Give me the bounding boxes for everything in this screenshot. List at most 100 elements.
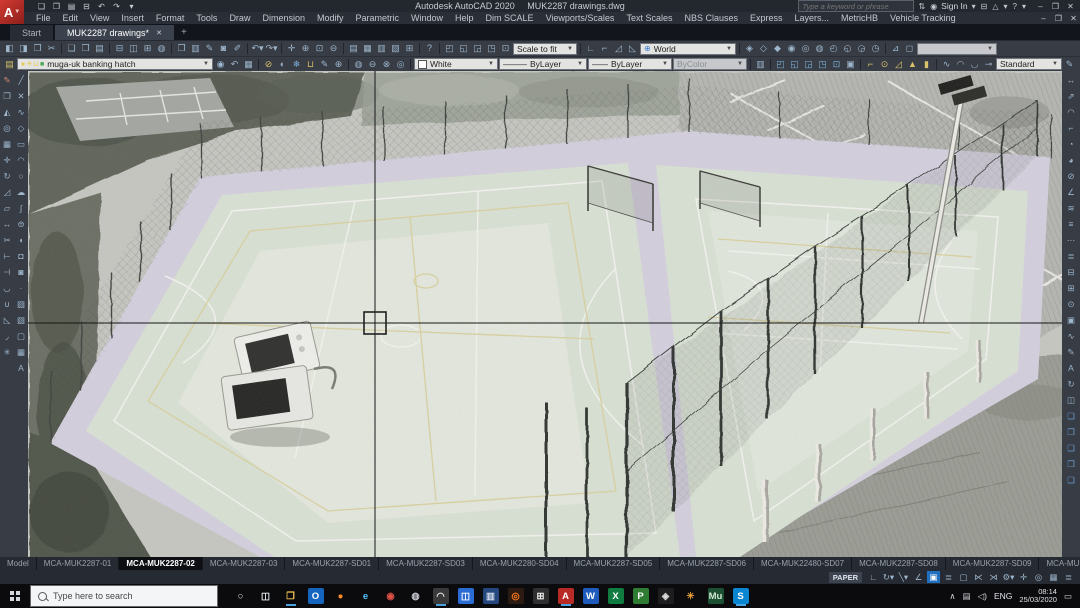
viewport-single-icon[interactable]: ◻	[903, 42, 916, 55]
ucs-toggle-icon[interactable]: ⊿	[889, 42, 902, 55]
properties-icon[interactable]: ▤	[347, 42, 360, 55]
zoom-window-icon[interactable]: ⊡	[313, 42, 326, 55]
layout-tab[interactable]: MCA-MUK2287-SD10	[1039, 557, 1080, 570]
annotation-icon[interactable]: ▣	[844, 58, 857, 71]
calculator-icon[interactable]: ⊞	[533, 588, 549, 604]
dim-break-icon[interactable]: ⊟	[1065, 266, 1078, 279]
layer-dropdown[interactable]: ●☀⊔■ muga-uk banking hatch ▼	[17, 58, 213, 70]
copy-icon[interactable]: ❐	[1, 90, 13, 102]
spline-tool-icon[interactable]: ∿	[940, 58, 953, 71]
lineweight-display-icon[interactable]: ≣	[942, 571, 955, 583]
dim-tool-a-icon[interactable]: ⌐	[864, 58, 877, 71]
doc-minimize-button[interactable]: –	[1037, 13, 1050, 24]
tab-close-icon[interactable]: ✕	[156, 29, 162, 37]
menu-item[interactable]: Express	[744, 13, 789, 23]
construction-line-icon[interactable]: ✕	[15, 90, 27, 102]
block-editor-icon[interactable]: ◙	[217, 42, 230, 55]
menu-item[interactable]: File	[30, 13, 57, 23]
dim-space-icon[interactable]: ≣	[1065, 250, 1078, 263]
explode-icon[interactable]: ✳	[1, 346, 13, 358]
add-cleanup-icon[interactable]: ✛	[1017, 571, 1030, 583]
dynamic-input-icon[interactable]: ▣	[927, 571, 940, 583]
text-style-dropdown[interactable]: Standard ▼	[996, 58, 1062, 70]
dim-inspect-icon[interactable]: ▣	[1065, 314, 1078, 327]
web-icon[interactable]: ◍	[155, 42, 168, 55]
sign-in-button[interactable]: Sign In	[941, 1, 967, 11]
ortho-icon[interactable]: ∟	[867, 571, 880, 583]
search-go-icon[interactable]: ⇅	[918, 2, 925, 11]
layout-tab[interactable]: Model	[0, 557, 37, 570]
layout-tab[interactable]: MCA-MUK22480-SD07	[754, 557, 852, 570]
layer-thaw-sun-icon[interactable]: ☀	[26, 60, 32, 68]
undo-icon[interactable]: ↶▾	[251, 42, 264, 55]
osnap-tracking-icon[interactable]: ⋊	[987, 571, 1000, 583]
user-avatar-icon[interactable]: ◉	[930, 2, 937, 11]
layout-tab[interactable]: MCA-MUK2287-02	[119, 557, 202, 570]
help-caret-icon[interactable]: ▾	[1022, 2, 1026, 11]
layer-walk-icon[interactable]: ◍	[352, 58, 365, 71]
view-sw-iso-icon[interactable]: ◴	[827, 42, 840, 55]
task-view-button[interactable]: ◫	[258, 588, 274, 604]
menu-item[interactable]: Edit	[57, 13, 85, 23]
vp-tool-b-icon[interactable]: ◱	[788, 58, 801, 71]
break-at-point-icon[interactable]: ⊣	[1, 266, 13, 278]
tolerance-icon[interactable]: ⊞	[1065, 282, 1078, 295]
gradient-icon[interactable]: ▧	[15, 314, 27, 326]
layout-tab[interactable]: MCA-MUK2287-SD01	[285, 557, 379, 570]
menu-item[interactable]: Layers...	[789, 13, 836, 23]
line-icon[interactable]: ╱	[15, 74, 27, 86]
menu-item[interactable]: Draw	[223, 13, 256, 23]
paint3d-icon[interactable]: ✳	[683, 588, 699, 604]
extend-icon[interactable]: ⊢	[1, 250, 13, 262]
plot-icon[interactable]: ⊟	[81, 1, 92, 12]
dim-jogged-icon[interactable]: ◕	[1065, 154, 1078, 167]
linetype-dropdown[interactable]: ——— ByLayer ▼	[499, 58, 587, 70]
help-icon[interactable]: ?	[423, 42, 436, 55]
clean-screen-icon[interactable]: ≣	[1062, 571, 1075, 583]
dim-radius-icon[interactable]: ◔	[1065, 138, 1078, 151]
design-center-icon[interactable]: ▦	[361, 42, 374, 55]
chrome-icon[interactable]: ◉	[383, 588, 399, 604]
menu-item[interactable]: Text Scales	[620, 13, 678, 23]
named-views-icon[interactable]: ◈	[743, 42, 756, 55]
dim-jogline-icon[interactable]: ∿	[1065, 330, 1078, 343]
action-center-icon[interactable]: ▭	[1064, 591, 1072, 602]
mtext-icon[interactable]: A	[15, 362, 27, 374]
doc-restore-button[interactable]: ❐	[1052, 13, 1065, 24]
muse-icon[interactable]: Mu	[708, 588, 724, 604]
table-icon[interactable]: ▦	[15, 346, 27, 358]
close-button[interactable]: ✕	[1064, 1, 1077, 12]
layout-tab[interactable]: MCA-MUK2280-SD04	[473, 557, 567, 570]
save-file-icon[interactable]: ▤	[93, 42, 106, 55]
help-icon[interactable]: ?	[1013, 2, 1017, 11]
autocad-icon[interactable]: A	[558, 588, 574, 604]
dim-update-icon[interactable]: ↻	[1065, 378, 1078, 391]
menu-item[interactable]: Window	[405, 13, 449, 23]
store-cart-icon[interactable]: ⊟	[981, 2, 988, 11]
ucs-face-icon[interactable]: ◺	[626, 42, 639, 55]
markup-icon[interactable]: ✐	[231, 42, 244, 55]
pan-icon[interactable]: ✛	[285, 42, 298, 55]
outlook-icon[interactable]: O	[308, 588, 324, 604]
volume-icon[interactable]: ◁)	[978, 591, 987, 602]
make-object-layer-current-icon[interactable]: ◉	[214, 58, 227, 71]
undo-icon[interactable]: ↶	[96, 1, 107, 12]
layer-states-icon[interactable]: ▦	[242, 58, 255, 71]
cut-clip-icon[interactable]: ✂	[45, 42, 58, 55]
dim-style-icon[interactable]: ◫	[1065, 394, 1078, 407]
dim-arclength-icon[interactable]: ◠	[1065, 106, 1078, 119]
customization-gear-icon[interactable]: ⚙▾	[1002, 571, 1015, 583]
polygon-icon[interactable]: ◇	[15, 122, 27, 134]
layer-match-icon[interactable]: ✎	[318, 58, 331, 71]
menu-item[interactable]: NBS Clauses	[678, 13, 744, 23]
draworder-above-icon[interactable]: ❑	[1065, 442, 1078, 455]
vp-scale-b-icon[interactable]: ◱	[457, 42, 470, 55]
menu-item[interactable]: Parametric	[350, 13, 406, 23]
vp-tool-c-icon[interactable]: ◲	[802, 58, 815, 71]
viewport-display-icon[interactable]: ◧	[3, 42, 16, 55]
new-file-icon[interactable]: ❏	[65, 42, 78, 55]
file-explorer-icon[interactable]: ❒	[283, 588, 299, 604]
region-icon[interactable]: ▢	[15, 330, 27, 342]
polar-tracking-icon[interactable]: ↻▾	[882, 571, 895, 583]
taskbar-clock[interactable]: 08:14 25/03/2020	[1019, 588, 1057, 605]
